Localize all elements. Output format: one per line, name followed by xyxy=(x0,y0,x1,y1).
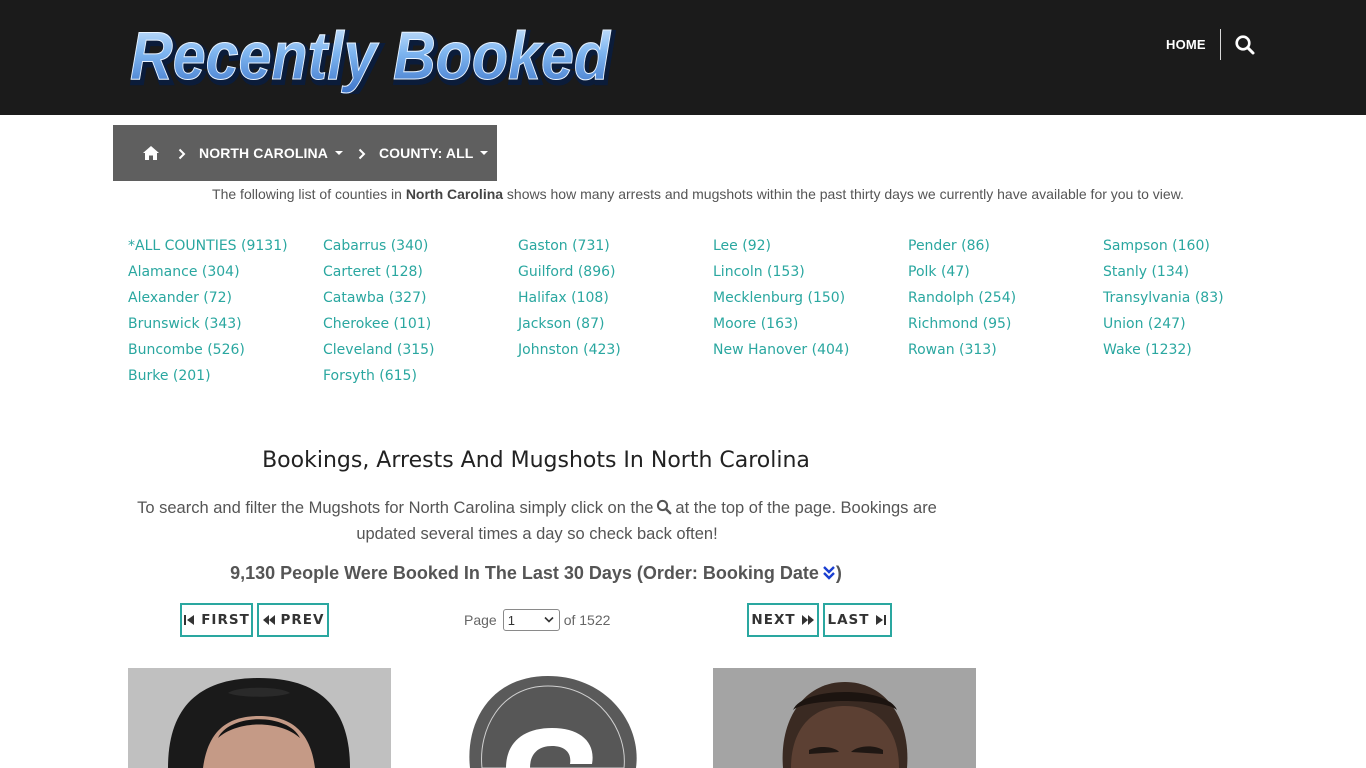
county-link[interactable]: Gaston (731) xyxy=(518,236,621,262)
chevron-right-icon xyxy=(357,147,367,160)
county-link[interactable]: Pender (86) xyxy=(908,236,1016,262)
county-link[interactable]: Lee (92) xyxy=(713,236,849,262)
county-link[interactable]: Alamance (304) xyxy=(128,262,288,288)
question-placeholder-icon xyxy=(420,668,683,768)
chevron-down-icon xyxy=(544,616,554,623)
page-selector: Page 1 of 1522 xyxy=(464,609,610,631)
mugshot-image xyxy=(713,668,976,768)
county-column: *ALL COUNTIES (9131) Alamance (304) Alex… xyxy=(128,236,288,392)
breadcrumb-county-label: COUNTY: ALL xyxy=(378,145,474,161)
section-description: To search and filter the Mugshots for No… xyxy=(137,497,937,543)
county-link[interactable]: Cherokee (101) xyxy=(323,314,435,340)
site-logo[interactable]: Recently Booked Recently Booked xyxy=(127,18,617,94)
svg-text:Recently Booked: Recently Booked xyxy=(130,18,611,94)
skip-forward-icon xyxy=(876,615,887,625)
county-link[interactable]: Union (247) xyxy=(1103,314,1224,340)
county-link[interactable]: Polk (47) xyxy=(908,262,1016,288)
county-link[interactable]: Richmond (95) xyxy=(908,314,1016,340)
first-page-button[interactable]: FIRST xyxy=(180,603,253,637)
county-link[interactable]: Burke (201) xyxy=(128,366,288,392)
county-link[interactable]: Stanly (134) xyxy=(1103,262,1224,288)
nav-home-link[interactable]: HOME xyxy=(1166,37,1206,52)
county-column: Lee (92) Lincoln (153) Mecklenburg (150)… xyxy=(713,236,849,366)
nav-divider xyxy=(1220,29,1221,60)
page-select[interactable]: 1 xyxy=(502,609,560,631)
rewind-icon xyxy=(262,615,275,625)
intro-state: North Carolina xyxy=(405,186,504,202)
county-link[interactable]: Carteret (128) xyxy=(323,262,435,288)
mugshot-thumbnail[interactable] xyxy=(420,668,683,768)
booking-count: 9,130 People Were Booked In The Last 30 … xyxy=(230,563,842,583)
county-link[interactable]: Brunswick (343) xyxy=(128,314,288,340)
section-title: Bookings, Arrests And Mugshots In North … xyxy=(262,448,810,473)
county-link[interactable]: Catawba (327) xyxy=(323,288,435,314)
caret-down-icon xyxy=(480,151,489,155)
fast-forward-icon xyxy=(801,615,814,625)
search-icon xyxy=(656,497,672,515)
county-link[interactable]: *ALL COUNTIES (9131) xyxy=(128,236,288,262)
county-link[interactable]: Jackson (87) xyxy=(518,314,621,340)
county-link[interactable]: Johnston (423) xyxy=(518,340,621,366)
site-header: Recently Booked Recently Booked HOME xyxy=(0,0,1366,115)
logo-graphic: Recently Booked Recently Booked xyxy=(129,18,616,94)
intro-text: The following list of counties in North … xyxy=(212,186,1184,202)
last-page-button[interactable]: LAST xyxy=(823,603,892,637)
county-link[interactable]: Sampson (160) xyxy=(1103,236,1224,262)
county-link[interactable]: Mecklenburg (150) xyxy=(713,288,849,314)
caret-down-icon xyxy=(334,151,343,155)
county-column: Gaston (731) Guilford (896) Halifax (108… xyxy=(518,236,621,366)
county-link[interactable]: Moore (163) xyxy=(713,314,849,340)
double-chevron-down-icon[interactable] xyxy=(822,565,836,581)
county-link[interactable]: Alexander (72) xyxy=(128,288,288,314)
county-link[interactable]: Rowan (313) xyxy=(908,340,1016,366)
skip-back-icon xyxy=(184,615,195,625)
county-link[interactable]: New Hanover (404) xyxy=(713,340,849,366)
county-column: Sampson (160) Stanly (134) Transylvania … xyxy=(1103,236,1224,366)
county-link[interactable]: Lincoln (153) xyxy=(713,262,849,288)
breadcrumb-state-dropdown[interactable]: NORTH CAROLINA xyxy=(199,145,343,161)
county-link[interactable]: Cabarrus (340) xyxy=(323,236,435,262)
mugshot-thumbnail[interactable] xyxy=(713,668,976,768)
home-icon[interactable] xyxy=(142,145,160,161)
mugshot-image xyxy=(128,668,391,768)
county-column: Pender (86) Polk (47) Randolph (254) Ric… xyxy=(908,236,1016,366)
county-link[interactable]: Cleveland (315) xyxy=(323,340,435,366)
county-link[interactable]: Halifax (108) xyxy=(518,288,621,314)
county-link[interactable]: Forsyth (615) xyxy=(323,366,435,392)
prev-page-button[interactable]: PREV xyxy=(257,603,329,637)
county-link[interactable]: Buncombe (526) xyxy=(128,340,288,366)
breadcrumb: NORTH CAROLINA COUNTY: ALL xyxy=(113,125,497,181)
breadcrumb-county-dropdown[interactable]: COUNTY: ALL xyxy=(378,145,489,161)
county-link[interactable]: Transylvania (83) xyxy=(1103,288,1224,314)
county-column: Cabarrus (340) Carteret (128) Catawba (3… xyxy=(323,236,435,392)
next-page-button[interactable]: NEXT xyxy=(747,603,819,637)
county-link[interactable]: Wake (1232) xyxy=(1103,340,1224,366)
county-link[interactable]: Randolph (254) xyxy=(908,288,1016,314)
county-link[interactable]: Guilford (896) xyxy=(518,262,621,288)
chevron-right-icon xyxy=(177,147,187,160)
breadcrumb-state-label: NORTH CAROLINA xyxy=(199,145,328,161)
mugshot-thumbnail[interactable] xyxy=(128,668,391,768)
search-icon[interactable] xyxy=(1234,34,1256,56)
